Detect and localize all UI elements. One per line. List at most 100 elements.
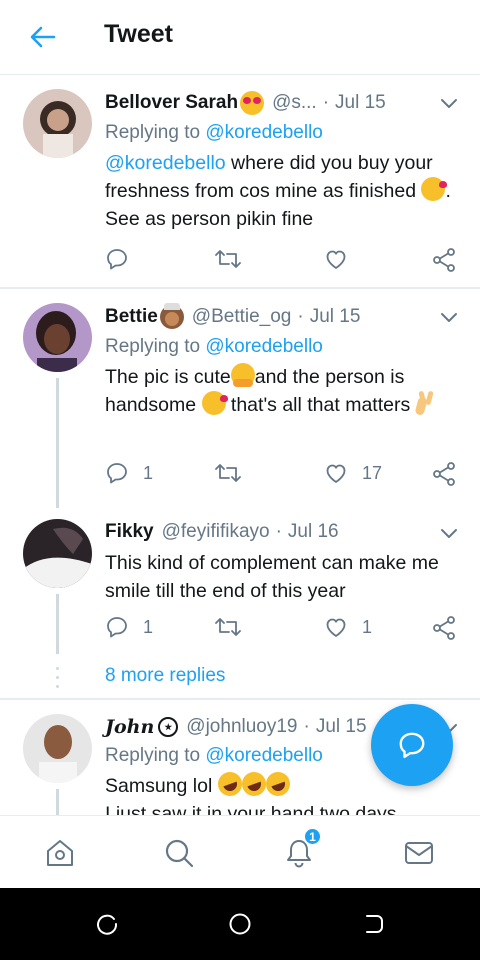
replying-to: Replying to @koredebello	[105, 122, 323, 144]
retweet-button[interactable]	[215, 615, 255, 639]
tweet-text-part: Samsung lol	[105, 775, 213, 797]
tweet-text: @koredebello where did you buy your fres…	[105, 149, 454, 233]
like-count: 17	[362, 462, 383, 483]
reply-icon	[107, 249, 127, 270]
system-navigation-bar	[0, 888, 480, 960]
display-name[interactable]: John	[105, 716, 154, 738]
more-replies-link[interactable]: 8 more replies	[105, 665, 225, 687]
tweet-text: The pic is cute and the person is handsom…	[105, 363, 454, 419]
heart-icon	[326, 618, 346, 637]
tweet-date: Jul 15	[315, 716, 367, 737]
mention-link[interactable]: @koredebello	[205, 336, 323, 357]
thread-dots	[56, 667, 59, 694]
nav-search-button[interactable]	[162, 836, 196, 870]
back-system-icon	[366, 915, 383, 933]
tweet-card[interactable]: Fikky @feyififikayo · Jul 16 This kind o…	[0, 505, 480, 655]
replying-to: Replying to @koredebello	[105, 336, 323, 358]
avatar[interactable]	[23, 519, 92, 588]
share-icon	[433, 248, 455, 272]
reply-button[interactable]: 1	[105, 615, 153, 639]
hugging-face-emoji-icon	[230, 363, 255, 387]
display-name[interactable]: Bellover Sarah	[105, 92, 238, 114]
share-button[interactable]	[431, 461, 457, 487]
victory-hand-emoji-icon	[416, 391, 440, 415]
thread-line	[56, 789, 59, 815]
separator-dot: ·	[303, 716, 310, 737]
tweet-text: This kind of complement can make me smil…	[105, 552, 439, 602]
bottom-navigation: 1	[0, 815, 480, 888]
retweet-button[interactable]	[215, 461, 255, 485]
reply-count: 1	[143, 616, 154, 637]
avatar[interactable]	[23, 714, 92, 783]
thread-line	[56, 594, 59, 654]
display-name[interactable]: Bettie	[105, 306, 158, 328]
separator-dot: ·	[322, 92, 330, 113]
mail-icon	[405, 842, 433, 864]
tweet-date: Jul 15	[335, 92, 386, 113]
replying-to-label: Replying to	[105, 336, 201, 357]
tweet-header: Bellover Sarah @s... · Jul 15	[105, 91, 460, 115]
face-blowing-kiss-emoji-icon	[201, 391, 228, 415]
nav-messages-button[interactable]	[402, 836, 436, 870]
user-handle: @feyififikayo	[161, 521, 270, 542]
heart-icon	[326, 464, 346, 483]
chevron-down-icon[interactable]	[438, 523, 460, 543]
arrow-left-icon	[30, 26, 56, 48]
tweet-actions: 1 1	[105, 615, 458, 645]
avatar[interactable]	[23, 89, 92, 158]
like-button[interactable]	[324, 247, 362, 271]
like-count: 1	[362, 616, 373, 637]
woman-with-crown-emoji-icon	[159, 303, 184, 329]
mention-link[interactable]: @koredebello	[105, 152, 226, 174]
rolling-laughing-emoji-icon	[238, 768, 270, 800]
reply-button[interactable]: 1	[105, 461, 153, 485]
replying-to-label: Replying to	[105, 122, 201, 143]
tweet-actions	[105, 247, 458, 277]
tweet-header: Fikky @feyififikayo · Jul 16	[105, 521, 460, 543]
back-button[interactable]	[26, 22, 60, 52]
tweet-date: Jul 16	[287, 521, 339, 542]
mention-link[interactable]: @koredebello	[205, 745, 323, 766]
recent-apps-button[interactable]	[93, 910, 121, 938]
reply-icon	[399, 732, 425, 759]
separator-dot: ·	[297, 306, 304, 327]
display-name[interactable]: Fikky	[105, 521, 154, 543]
tweet-date: Jul 15	[309, 306, 361, 327]
avatar[interactable]	[23, 303, 92, 372]
chevron-down-icon[interactable]	[438, 93, 460, 113]
retweet-icon	[215, 618, 241, 636]
page-title: Tweet	[104, 20, 173, 48]
circle-home-icon	[229, 913, 251, 935]
tweet-card[interactable]: Bettie @Bettie_og · Jul 15 Replying to @…	[0, 289, 480, 508]
heart-icon	[326, 250, 346, 269]
star-badge-icon	[158, 717, 179, 737]
tweet-card[interactable]: Bellover Sarah @s... · Jul 15 Replying t…	[0, 75, 480, 288]
share-button[interactable]	[431, 247, 457, 273]
share-icon	[433, 462, 455, 486]
replying-to-label: Replying to	[105, 745, 201, 766]
mention-link[interactable]: @koredebello	[205, 122, 323, 143]
like-button[interactable]: 17	[324, 461, 382, 485]
share-icon	[433, 616, 455, 640]
retweet-icon	[215, 250, 241, 268]
back-system-button[interactable]	[360, 910, 388, 938]
tweet-text-part: The pic is cute	[105, 366, 231, 388]
home-system-button[interactable]	[226, 910, 254, 938]
user-handle: @s...	[272, 92, 317, 113]
nav-home-button[interactable]	[43, 836, 77, 870]
user-handle: @Bettie_og	[191, 306, 292, 327]
chevron-down-icon[interactable]	[438, 307, 460, 327]
share-button[interactable]	[431, 615, 457, 641]
notification-badge: 1	[303, 827, 322, 846]
retweet-button[interactable]	[215, 247, 255, 271]
replying-to: Replying to @koredebello	[105, 745, 323, 767]
retweet-icon	[215, 464, 241, 482]
reply-icon	[107, 463, 127, 484]
heart-eyes-emoji-icon	[240, 91, 265, 115]
user-handle: @johnluoy19	[186, 716, 298, 737]
compose-reply-button[interactable]	[371, 704, 453, 786]
thread-line	[56, 378, 59, 508]
like-button[interactable]: 1	[324, 615, 372, 639]
reply-button[interactable]	[105, 247, 143, 271]
tweet-text-part: I just saw it in your hand two days	[105, 803, 397, 815]
